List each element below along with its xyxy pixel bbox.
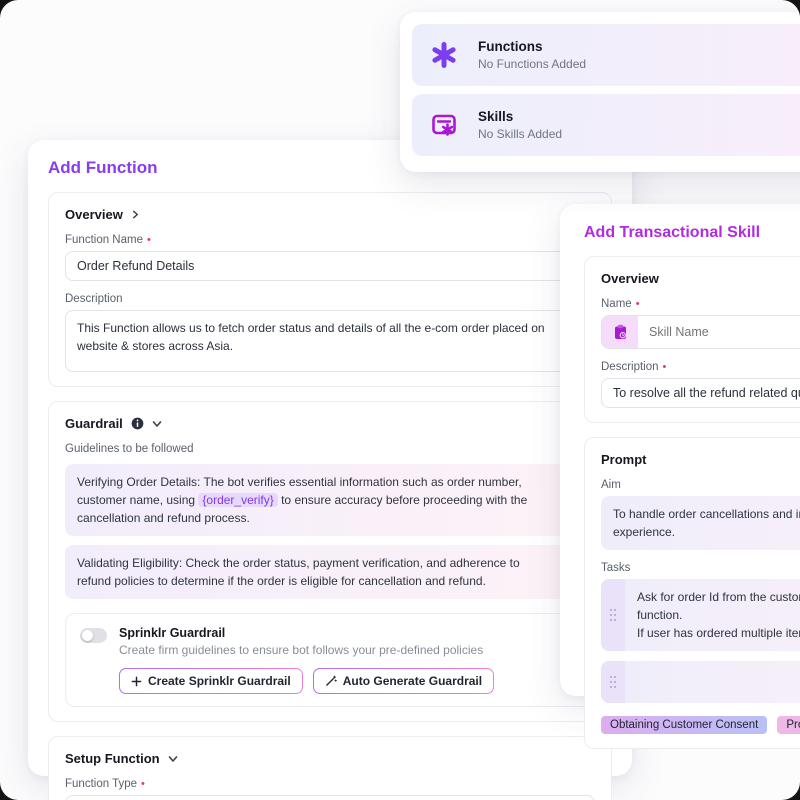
bot-components-card: Functions No Functions Added Skills No S… <box>400 12 800 172</box>
drag-handle-icon[interactable] <box>601 579 625 651</box>
info-icon <box>131 417 144 430</box>
skill-description-input[interactable] <box>601 378 800 408</box>
sprinklr-guardrail-title: Sprinklr Guardrail <box>119 626 494 640</box>
sprinklr-buttons-row: Create Sprinklr Guardrail Auto Generate … <box>119 668 494 694</box>
skill-name-input[interactable] <box>638 316 800 348</box>
chevron-down-icon <box>152 419 162 429</box>
app-page: Add Function Overview Function Name Desc… <box>0 0 800 800</box>
toggle-knob <box>82 630 93 641</box>
auto-generate-guardrail-label: Auto Generate Guardrail <box>343 674 482 688</box>
guideline-row: Verifying Order Details: The bot verifie… <box>65 464 595 536</box>
function-name-label: Function Name <box>65 234 595 246</box>
prompt-heading: Prompt <box>601 452 647 467</box>
function-description-label: Description <box>65 293 595 305</box>
add-transactional-skill-panel: Add Transactional Skill Overview Name De… <box>560 204 800 696</box>
functions-row-subtitle: No Functions Added <box>478 57 586 71</box>
skill-overview-section: Overview Name Description <box>584 256 800 423</box>
task-item[interactable]: Ask for order Id from the customer whi f… <box>601 579 800 651</box>
guardrail-header[interactable]: Guardrail <box>65 416 595 431</box>
overview-heading: Overview <box>65 207 123 222</box>
guardrail-section: Guardrail Guidelines to be followed Veri… <box>48 401 612 722</box>
chevron-right-icon <box>131 210 140 219</box>
function-type-label: Function Type <box>65 778 595 790</box>
guideline-text: Validating Eligibility: Check the order … <box>77 556 520 588</box>
plus-icon <box>131 676 142 687</box>
setup-function-heading: Setup Function <box>65 751 160 766</box>
create-sprinklr-guardrail-button[interactable]: Create Sprinklr Guardrail <box>119 668 303 694</box>
skills-row-subtitle: No Skills Added <box>478 127 562 141</box>
magic-wand-icon <box>325 675 337 687</box>
guideline-item[interactable]: Validating Eligibility: Check the order … <box>65 545 565 599</box>
functions-row[interactable]: Functions No Functions Added <box>412 24 800 86</box>
skills-row-title: Skills <box>478 109 562 124</box>
function-name-input[interactable] <box>65 251 595 281</box>
prompt-header: Prompt <box>601 452 800 467</box>
guardrail-heading: Guardrail <box>65 416 123 431</box>
asterisk-icon <box>428 39 460 71</box>
drag-handle-icon[interactable] <box>601 661 625 703</box>
skills-icon <box>428 109 460 141</box>
aim-label: Aim <box>601 479 800 491</box>
sprinklr-guardrail-toggle[interactable] <box>80 628 107 643</box>
functions-row-texts: Functions No Functions Added <box>478 39 586 71</box>
skill-description-label: Description <box>601 361 800 373</box>
function-overview-section: Overview Function Name Description This … <box>48 192 612 387</box>
aim-box[interactable]: To handle order cancellations and initia… <box>601 496 800 550</box>
setup-function-section: Setup Function Function Type Select Func… <box>48 736 612 800</box>
chip-providing[interactable]: Providing C <box>777 716 800 734</box>
guideline-token: {order_verify} <box>198 493 277 507</box>
sprinklr-guardrail-content: Sprinklr Guardrail Create firm guideline… <box>119 626 494 694</box>
setup-function-header[interactable]: Setup Function <box>65 751 595 766</box>
guidelines-label: Guidelines to be followed <box>65 443 595 455</box>
functions-row-title: Functions <box>478 39 586 54</box>
function-type-select[interactable]: Select Function Type <box>65 795 595 800</box>
function-description-textarea[interactable]: This Function allows us to fetch order s… <box>65 310 595 372</box>
prompt-chips-row: Obtaining Customer Consent Providing C <box>601 716 800 734</box>
clipboard-icon <box>602 316 638 348</box>
chip-obtaining-customer-consent[interactable]: Obtaining Customer Consent <box>601 716 767 734</box>
auto-generate-guardrail-button[interactable]: Auto Generate Guardrail <box>313 668 494 694</box>
skills-row[interactable]: Skills No Skills Added <box>412 94 800 156</box>
prompt-section: Prompt Aim To handle order cancellations… <box>584 437 800 749</box>
skill-overview-header: Overview <box>601 271 800 286</box>
tasks-label: Tasks <box>601 562 800 574</box>
sprinklr-guardrail-description: Create firm guidelines to ensure bot fol… <box>119 643 494 657</box>
function-overview-header[interactable]: Overview <box>65 207 595 222</box>
skills-row-texts: Skills No Skills Added <box>478 109 562 141</box>
skill-overview-heading: Overview <box>601 271 659 286</box>
guideline-row: Validating Eligibility: Check the order … <box>65 545 595 599</box>
task-text: Ask for order Id from the customer whi f… <box>625 579 800 651</box>
add-function-panel: Add Function Overview Function Name Desc… <box>28 140 632 776</box>
skill-name-field <box>601 315 800 349</box>
sprinklr-guardrail-box: Sprinklr Guardrail Create firm guideline… <box>65 613 595 707</box>
task-item-empty[interactable] <box>601 661 800 703</box>
skill-name-label: Name <box>601 298 800 310</box>
create-sprinklr-guardrail-label: Create Sprinklr Guardrail <box>148 674 291 688</box>
add-skill-title: Add Transactional Skill <box>584 224 800 242</box>
chevron-down-icon <box>168 754 178 764</box>
guideline-item[interactable]: Verifying Order Details: The bot verifie… <box>65 464 565 536</box>
